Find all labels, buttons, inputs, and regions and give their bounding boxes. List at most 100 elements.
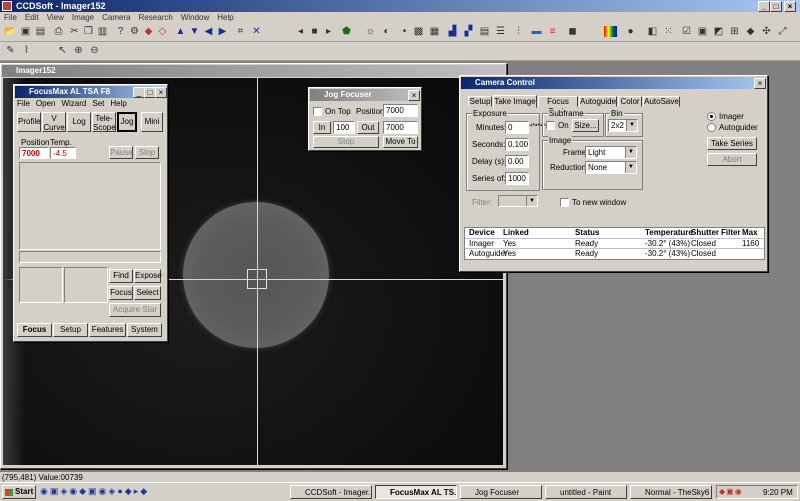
jog-out-button[interactable]: Out <box>357 121 379 134</box>
pause-button[interactable]: Pause <box>109 146 133 159</box>
tab-system[interactable]: System <box>127 323 162 337</box>
jog-in-button[interactable]: In <box>313 121 331 134</box>
invert-icon[interactable]: ◧ <box>646 25 659 38</box>
brush-icon[interactable]: ◆ <box>142 25 155 38</box>
cut-icon[interactable]: ✂ <box>68 25 81 38</box>
play-icon[interactable]: ▸ <box>322 25 335 38</box>
menu-camera[interactable]: Camera <box>98 12 134 23</box>
diamond-icon[interactable]: ◆ <box>744 25 757 38</box>
tab-color[interactable]: Color <box>618 96 642 107</box>
tray-icons[interactable]: ◆▣◉ <box>719 487 743 496</box>
profile-button[interactable]: Profile <box>17 112 41 132</box>
ontop-checkbox[interactable] <box>313 107 322 116</box>
spinner-icon[interactable]: ▴▾▴▾▴▾▴▾ <box>530 121 550 185</box>
tab-autoguide[interactable]: Autoguide <box>579 96 617 107</box>
jog-stop-button[interactable]: Stop <box>313 136 379 148</box>
menu-edit[interactable]: Edit <box>21 12 43 23</box>
square-icon[interactable]: ▣ <box>696 25 709 38</box>
bin-select[interactable]: 2x2 ▼ <box>608 119 638 132</box>
tab-setup[interactable]: Setup <box>53 323 88 337</box>
focusmax-close-button[interactable]: × <box>155 87 167 98</box>
minimize-button[interactable]: _ <box>758 1 770 12</box>
tab-autosave[interactable]: AutoSave <box>643 96 680 107</box>
check-icon[interactable]: ☑ <box>680 25 693 38</box>
color-icon[interactable]: ▬ <box>530 25 543 38</box>
acquire-star-button[interactable]: Acquire Star <box>109 303 161 317</box>
filter-icon[interactable]: ⬟ <box>340 25 353 38</box>
task-paint[interactable]: untitled - Paint <box>545 485 627 499</box>
task-ccdsoft[interactable]: CCDSoft - Imager... <box>290 485 372 499</box>
focusmax-menu-set[interactable]: Set <box>92 99 104 108</box>
frame-icon[interactable]: ◩ <box>712 25 725 38</box>
new-window-checkbox[interactable] <box>560 198 569 207</box>
measure-icon[interactable]: ⌇ <box>20 44 33 57</box>
fit-icon[interactable]: ⌗ <box>234 25 247 38</box>
menu-help[interactable]: Help <box>213 12 237 23</box>
maximize-button[interactable]: □ <box>770 1 782 12</box>
arrow-up-icon[interactable]: ▲ <box>174 25 187 38</box>
contrast-icon[interactable]: ◐ <box>380 25 393 38</box>
stop-icon[interactable]: ■ <box>308 25 321 38</box>
series-input[interactable]: 1000 <box>505 172 529 185</box>
filter-select[interactable]: ▼ <box>498 195 538 207</box>
pointer-icon[interactable]: ↖ <box>56 44 69 57</box>
star-icon[interactable]: • <box>398 25 411 38</box>
pencil-icon[interactable]: ✎ <box>4 44 17 57</box>
size-button[interactable]: Size... <box>572 119 599 132</box>
task-focusmax[interactable]: FocusMax AL TS... <box>375 485 457 499</box>
arrows-icon[interactable]: ⤢ <box>776 25 789 38</box>
expose-button[interactable]: Expose <box>134 269 162 283</box>
mini-button[interactable]: Mini <box>141 112 163 132</box>
list-icon[interactable]: ☰ <box>494 25 507 38</box>
close-button[interactable]: × <box>784 1 796 12</box>
imager-radio[interactable] <box>707 112 716 121</box>
menu-window[interactable]: Window <box>177 12 213 23</box>
minutes-input[interactable]: 0 <box>505 121 529 134</box>
align-icon[interactable]: ⫶ <box>512 25 525 38</box>
stop-button[interactable]: Stop <box>135 146 159 159</box>
arrow-right-icon[interactable]: ▶ <box>216 25 229 38</box>
v-curve-button[interactable]: V Curve <box>42 112 66 132</box>
frame-select[interactable]: Light ▼ <box>585 146 637 159</box>
dots-icon[interactable]: ⁙ <box>662 25 675 38</box>
jog-close-button[interactable]: × <box>408 90 420 101</box>
find-button[interactable]: Find <box>109 269 133 283</box>
menu-file[interactable]: File <box>0 12 21 23</box>
focusmax-menu-help[interactable]: Help <box>110 99 126 108</box>
stack-icon[interactable]: ▤ <box>478 25 491 38</box>
save-all-icon[interactable]: ▤ <box>34 25 47 38</box>
print-icon[interactable]: ⎙ <box>52 25 65 38</box>
tab-focus-tools[interactable]: Focus Tools <box>538 96 578 116</box>
tab-camera-setup[interactable]: Setup <box>468 96 492 107</box>
tab-take-image[interactable]: Take Image <box>493 95 537 108</box>
spectrum-icon[interactable] <box>604 26 617 37</box>
reduction-select[interactable]: None ▼ <box>585 161 637 174</box>
delay-input[interactable]: 0.00 <box>505 155 529 168</box>
arrow-down-icon[interactable]: ▼ <box>188 25 201 38</box>
focusmax-menu-file[interactable]: File <box>17 99 30 108</box>
eraser-icon[interactable]: ◇ <box>156 25 169 38</box>
help-icon[interactable]: ? <box>114 25 127 38</box>
start-button[interactable]: Start <box>2 485 36 499</box>
jog-target-input[interactable]: 7000 <box>383 121 418 134</box>
quicklaunch-icons[interactable]: ◉▣◈◉◆▣◉◈●◆▸◆ <box>40 486 149 497</box>
graph-icon[interactable]: ▞ <box>462 25 475 38</box>
menu-view[interactable]: View <box>43 12 68 23</box>
crop-icon[interactable]: ✕ <box>250 25 263 38</box>
prev-icon[interactable]: ◂ <box>294 25 307 38</box>
take-series-button[interactable]: Take Series <box>707 137 757 150</box>
open-icon[interactable]: 📂 <box>4 25 17 38</box>
zoom-in-icon[interactable]: ⊕ <box>72 44 85 57</box>
telescope-button[interactable]: Tele-Scope <box>92 112 116 132</box>
paste-icon[interactable]: ▥ <box>96 25 109 38</box>
select-button[interactable]: Select <box>134 286 161 300</box>
menu-research[interactable]: Research <box>135 12 177 23</box>
mask-icon[interactable]: ▩ <box>412 25 425 38</box>
settings-icon[interactable]: ⚙ <box>128 25 141 38</box>
jog-button[interactable]: Jog <box>117 112 137 132</box>
brightness-icon[interactable]: ☼ <box>364 25 377 38</box>
plus-icon[interactable]: ⊞ <box>728 25 741 38</box>
focusmax-menu-wizard[interactable]: Wizard <box>61 99 86 108</box>
layers-icon[interactable]: ≡ <box>546 25 559 38</box>
arrow-left-icon[interactable]: ◀ <box>202 25 215 38</box>
